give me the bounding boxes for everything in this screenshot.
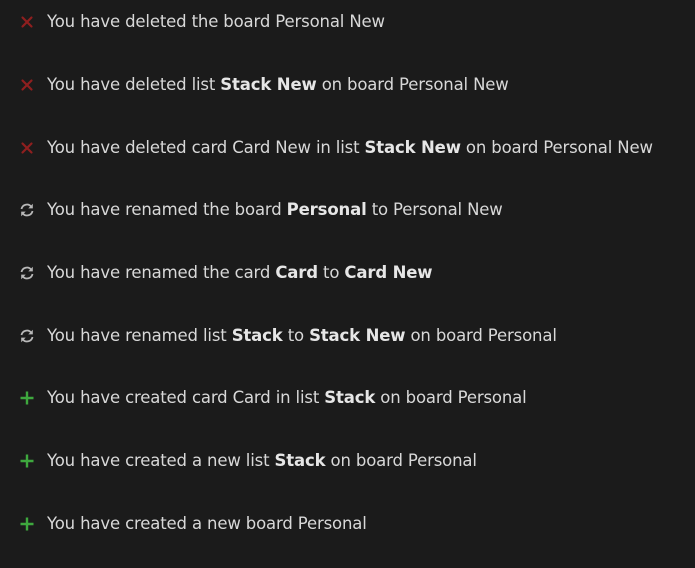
activity-text-segment: You have deleted list <box>47 75 221 94</box>
activity-item: You have renamed the card Card to Card N… <box>0 257 695 287</box>
activity-text-segment: You have renamed the board <box>47 200 287 219</box>
activity-text-segment: on board Personal <box>375 388 527 407</box>
activity-text: You have deleted the board Personal New <box>47 11 385 33</box>
activity-entity-name: Stack New <box>220 75 317 94</box>
activity-entity-name: Personal <box>286 200 367 219</box>
rename-icon <box>18 264 36 282</box>
activity-item: You have deleted the board Personal New <box>0 6 695 36</box>
activity-text-segment: to Personal New <box>366 200 503 219</box>
activity-list: You have deleted the board Personal New Y… <box>0 0 695 568</box>
activity-text-segment: on board Personal New <box>460 138 653 157</box>
activity-text-segment: You have created a new list <box>47 451 275 470</box>
activity-text: You have renamed the board Personal to P… <box>47 199 503 221</box>
rename-icon <box>18 201 36 219</box>
activity-text: You have created a new board Personal <box>47 513 367 535</box>
activity-entity-name: Stack New <box>309 326 406 345</box>
activity-item: You have deleted list Stack New on board… <box>0 69 695 99</box>
activity-entity-name: Card New <box>344 263 433 282</box>
activity-item: You have created a new list Stack on boa… <box>0 445 695 475</box>
activity-entity-name: Card <box>275 263 318 282</box>
create-icon <box>18 515 36 533</box>
rename-icon <box>18 327 36 345</box>
activity-text-segment: on board Personal <box>325 451 477 470</box>
activity-text-segment: You have deleted the board Personal New <box>47 12 385 31</box>
activity-text: You have renamed list Stack to Stack New… <box>47 325 557 347</box>
activity-text-segment: on board Personal New <box>316 75 509 94</box>
delete-icon <box>18 139 36 157</box>
activity-text: You have deleted card Card New in list S… <box>47 137 653 159</box>
activity-text: You have deleted list Stack New on board… <box>47 74 509 96</box>
activity-text: You have renamed the card Card to Card N… <box>47 262 433 284</box>
activity-item: You have created card Card in list Stack… <box>0 382 695 412</box>
activity-text-segment: to <box>317 263 345 282</box>
activity-text: You have created card Card in list Stack… <box>47 387 527 409</box>
delete-icon <box>18 76 36 94</box>
activity-entity-name: Stack New <box>364 138 461 157</box>
activity-entity-name: Stack <box>324 388 376 407</box>
activity-item: You have deleted card Card New in list S… <box>0 132 695 162</box>
activity-text-segment: on board Personal <box>405 326 557 345</box>
activity-text-segment: to <box>282 326 310 345</box>
activity-text-segment: You have created a new board Personal <box>47 514 367 533</box>
activity-text-segment: You have renamed list <box>47 326 232 345</box>
activity-text-segment: You have renamed the card <box>47 263 276 282</box>
delete-icon <box>18 13 36 31</box>
activity-text-segment: You have created card Card in list <box>47 388 325 407</box>
activity-item: You have created a new board Personal <box>0 508 695 538</box>
activity-text-segment: You have deleted card Card New in list <box>47 138 365 157</box>
activity-text: You have created a new list Stack on boa… <box>47 450 477 472</box>
activity-entity-name: Stack <box>231 326 283 345</box>
activity-entity-name: Stack <box>274 451 326 470</box>
create-icon <box>18 389 36 407</box>
activity-item: You have renamed list Stack to Stack New… <box>0 320 695 350</box>
create-icon <box>18 452 36 470</box>
activity-item: You have renamed the board Personal to P… <box>0 194 695 224</box>
